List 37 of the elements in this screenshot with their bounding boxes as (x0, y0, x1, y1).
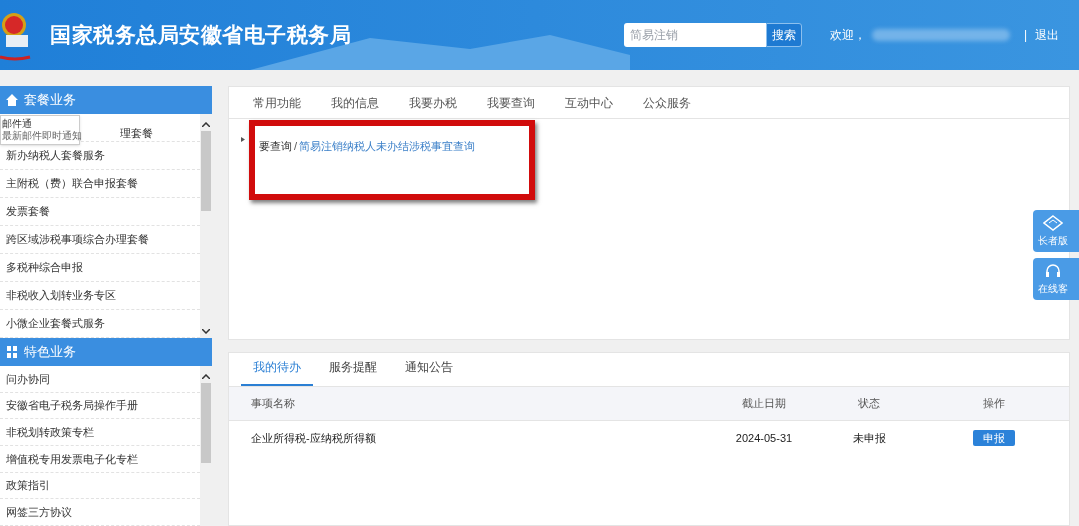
down-caret-icon (202, 329, 210, 334)
nav-tab[interactable]: 我要办税 (409, 94, 457, 118)
table-cell-text: 未申报 (851, 430, 887, 446)
nav-tab[interactable]: 互动中心 (565, 94, 613, 118)
bullet-icon (241, 137, 245, 142)
column-header: 截止日期 (741, 396, 787, 412)
todo-tab[interactable]: 服务提醒 (317, 358, 389, 386)
diamond-icon (1043, 214, 1063, 231)
nav-tab[interactable]: 我要查询 (487, 94, 535, 118)
up-caret-icon (202, 122, 210, 127)
breadcrumb-link[interactable]: 简易注销纳税人未办结涉税事宜查询 (299, 138, 476, 155)
column-header: 状态 (857, 396, 881, 412)
section-title: 套餐业务 (24, 91, 76, 110)
column-header: 操作 (982, 396, 1006, 412)
home-icon (6, 94, 18, 106)
search-button[interactable]: 搜索 (765, 23, 802, 47)
grid-icon (7, 346, 17, 358)
headset-icon (1045, 262, 1061, 279)
nav-tab[interactable]: 常用功能 (253, 94, 301, 118)
up-caret-icon (202, 374, 210, 379)
breadcrumb-separator: / (294, 139, 298, 154)
nav-tab[interactable]: 公众服务 (643, 94, 691, 118)
table-cell-text: 企业所得税-应纳税所得额 (251, 430, 377, 446)
breadcrumb-text: 要查询 (259, 139, 292, 154)
nav-tab[interactable]: 我的信息 (331, 94, 379, 118)
section-title: 特色业务 (24, 343, 76, 362)
search-field[interactable]: 简易注销 (623, 23, 766, 47)
scrollbar[interactable] (200, 114, 212, 338)
welcome-text: 欢迎， (829, 27, 866, 44)
table-cell-text: 2024-05-31 (734, 430, 794, 446)
separator-text: | (1023, 27, 1027, 44)
scrollbar[interactable] (200, 366, 212, 526)
todo-tab[interactable]: 通知公告 (393, 358, 465, 386)
column-header: 事项名称 (251, 396, 296, 412)
declare-button[interactable]: 申报 (973, 430, 1015, 446)
tooltip-title: 邮件通 (2, 118, 33, 130)
site-title: 国家税务总局安徽省电子税务局 (50, 22, 352, 49)
